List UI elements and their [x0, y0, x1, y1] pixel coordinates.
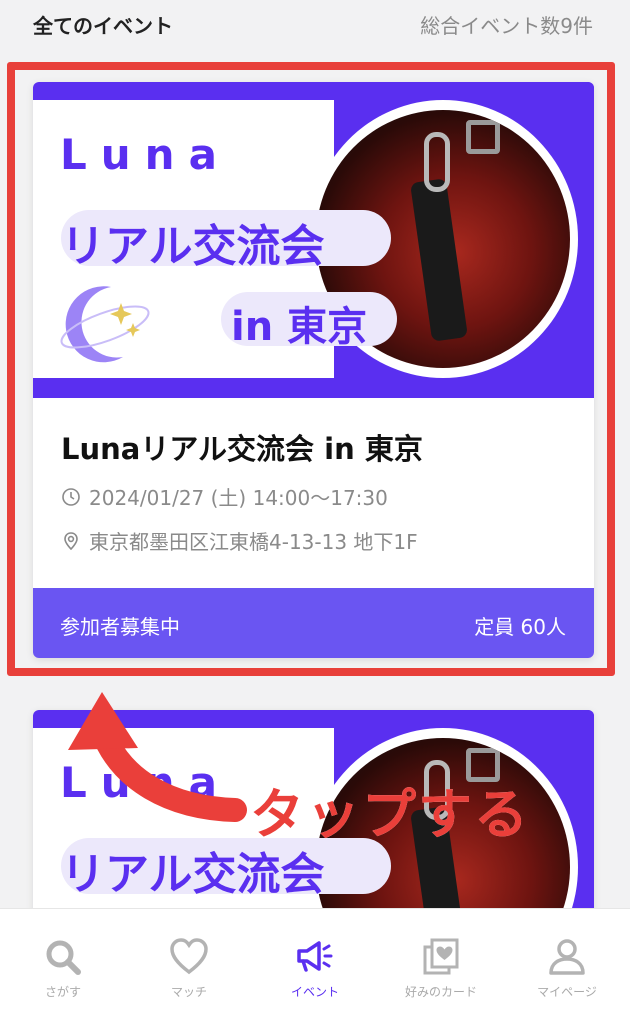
page-title: 全てのイベント — [33, 14, 173, 38]
tab-search[interactable]: さがす — [0, 909, 126, 1011]
tap-annotation: タップする — [250, 783, 530, 846]
bottom-tab-bar: さがす マッチ イベント 好みのカード マイページ — [0, 908, 630, 1011]
tab-label: イベント — [290, 985, 339, 999]
heart-icon — [170, 938, 208, 975]
header: 全てのイベント 総合イベント数9件 — [0, 0, 630, 48]
heart-card-icon — [423, 938, 459, 975]
megaphone-icon — [297, 941, 333, 972]
tab-favorite-cards[interactable]: 好みのカード — [378, 909, 504, 1011]
tab-label: マイページ — [537, 985, 597, 999]
highlight-box — [7, 62, 615, 676]
tab-label: マッチ — [170, 985, 207, 999]
tab-mypage[interactable]: マイページ — [504, 909, 630, 1011]
curved-arrow-icon — [68, 692, 247, 822]
tab-match[interactable]: マッチ — [126, 909, 252, 1011]
tab-label: 好みのカード — [404, 985, 477, 999]
event-count: 総合イベント数9件 — [420, 14, 593, 38]
tab-event[interactable]: イベント — [252, 909, 378, 1011]
tab-label: さがす — [44, 985, 81, 999]
search-icon — [46, 940, 81, 975]
person-icon — [549, 939, 585, 975]
